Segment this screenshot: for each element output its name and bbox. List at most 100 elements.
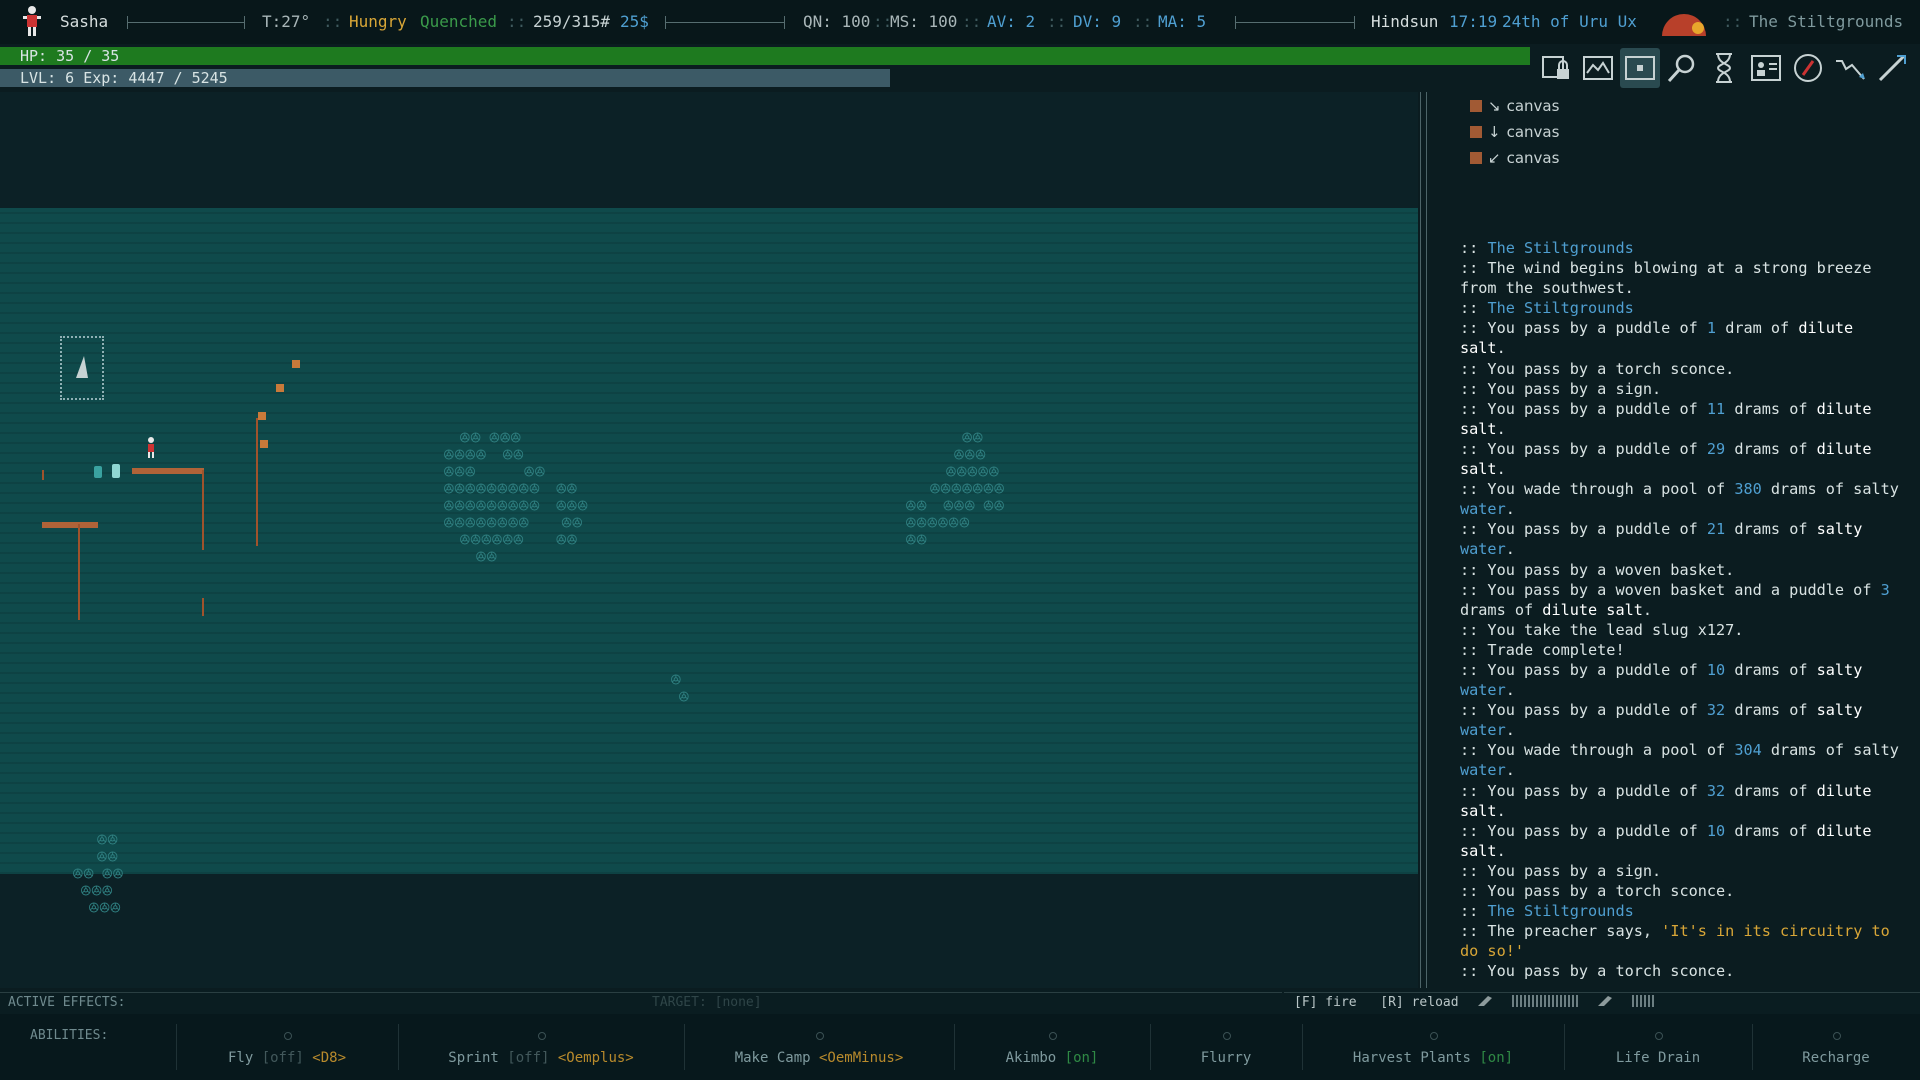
equipment-item[interactable]: ↙ canvas (1470, 149, 1559, 167)
equipment-label: canvas (1506, 123, 1560, 141)
status-bar: Sasha T:27° :: Hungry Quenched :: 259/31… (0, 0, 1920, 44)
ability-life-drain[interactable]: Life Drain (1564, 1014, 1752, 1080)
separator: :: (1723, 12, 1743, 31)
time-name: Hindsun (1371, 12, 1439, 31)
carry-weight: 259/315# (533, 12, 611, 31)
ability-sprint[interactable]: Sprint [off] <Oemplus> (398, 1014, 684, 1080)
ability-make-camp[interactable]: Make Camp <OemMinus> (684, 1014, 954, 1080)
villager-icon[interactable] (112, 464, 120, 478)
ability-fly[interactable]: Fly [off] <D8> (176, 1014, 398, 1080)
stilt-pole (202, 470, 204, 550)
divider (665, 16, 785, 29)
mental-armor: MA: 5 (1158, 12, 1207, 31)
effects-bar: ACTIVE EFFECTS: TARGET: [none] [F] fire … (0, 990, 1920, 1014)
villager-icon[interactable] (94, 466, 102, 478)
log-line: :: Trade complete! (1460, 640, 1625, 659)
xp-label: LVL: 6 Exp: 4447 / 5245 (20, 69, 228, 87)
armor-icon (1470, 152, 1482, 164)
ruin-tiles: ꔮ ꔮ (670, 671, 690, 706)
log-line: :: You wade through a pool of 380 drams … (1460, 480, 1909, 519)
separator: :: (962, 12, 982, 31)
shrine-icon[interactable] (60, 336, 104, 400)
log-line: :: You pass by a sign. (1460, 379, 1662, 398)
log-line: :: You pass by a puddle of 32 drams of d… (1460, 781, 1881, 820)
map-water-area[interactable]: ꔮꔮ ꔮꔮꔮ ꔮꔮꔮꔮ ꔮꔮ ꔮꔮꔮ ꔮꔮ ꔮꔮꔮꔮꔮꔮꔮꔮꔮ ꔮꔮ ꔮꔮꔮꔮꔮ… (0, 208, 1418, 917)
abilities-bar: ABILITIES: Fly [off] <D8> Sprint [off] <… (0, 1014, 1920, 1080)
autoexplore-icon[interactable] (1830, 48, 1870, 88)
game-map[interactable]: ꔮꔮ ꔮꔮꔮ ꔮꔮꔮꔮ ꔮꔮ ꔮꔮꔮ ꔮꔮ ꔮꔮꔮꔮꔮꔮꔮꔮꔮ ꔮꔮ ꔮꔮꔮꔮꔮ… (0, 92, 1418, 988)
stilt-pole (202, 598, 204, 616)
ability-akimbo[interactable]: Akimbo [on] (954, 1014, 1150, 1080)
log-line: :: You pass by a torch sconce. (1460, 359, 1735, 378)
torch-sconce-icon (276, 384, 284, 392)
side-panel-scrollbar[interactable] (1420, 92, 1428, 988)
log-line: :: You pass by a woven basket. (1460, 560, 1735, 579)
equipment-item[interactable]: ↘ canvas (1470, 97, 1559, 115)
date: 24th of Uru Ux (1502, 12, 1637, 31)
active-effects-panel: ACTIVE EFFECTS: (0, 992, 644, 1013)
equipment-item[interactable]: ↓ canvas (1470, 123, 1559, 141)
stilt-platform (42, 522, 98, 528)
time: 17:19 (1449, 12, 1498, 31)
quests-icon[interactable] (1788, 48, 1828, 88)
reload-button[interactable]: [R] reload (1380, 995, 1458, 1010)
hunger-status: Hungry (349, 12, 407, 31)
divider (127, 16, 245, 29)
armor-icon (1470, 126, 1482, 138)
stilt-platform (132, 468, 204, 474)
world-map-icon[interactable] (1578, 48, 1618, 88)
direction-arrow: ↓ (1488, 123, 1501, 141)
log-line: :: The Stiltgrounds (1460, 299, 1634, 318)
message-panel: ↘ canvas ↓ canvas ↙ canvas :: The Stiltgrou… (1430, 92, 1920, 988)
log-line: :: The Stiltgrounds (1460, 239, 1634, 257)
log-line: :: You pass by a puddle of 10 drams of d… (1460, 821, 1881, 860)
pistol-icon (1476, 994, 1494, 1008)
hp-label: HP: 35 / 35 (20, 47, 120, 65)
zone-name: The Stiltgrounds (1749, 12, 1904, 31)
pistol-icon (1596, 994, 1614, 1008)
log-line: :: You pass by a puddle of 32 drams of s… (1460, 701, 1863, 740)
torch-sconce-icon (260, 440, 268, 448)
wait-icon[interactable] (1704, 48, 1744, 88)
dodge-value: DV: 9 (1073, 12, 1122, 31)
log-line: :: You pass by a sign. (1460, 861, 1662, 880)
xp-bar: LVL: 6 Exp: 4447 / 5245 (0, 69, 890, 87)
direction-arrow: ↙ (1488, 149, 1501, 167)
separator: :: (507, 12, 527, 31)
log-line: :: You pass by a puddle of 21 drams of s… (1460, 520, 1863, 559)
scanlines (0, 208, 1418, 874)
ability-flurry[interactable]: Flurry (1150, 1014, 1302, 1080)
torch-sconce-icon (292, 360, 300, 368)
player-icon[interactable] (144, 436, 158, 458)
message-log: :: The Stiltgrounds:: The wind begins bl… (1460, 238, 1900, 981)
money: 25$ (620, 12, 649, 31)
local-map-icon[interactable] (1620, 48, 1660, 88)
equipment-label: canvas (1506, 97, 1560, 115)
ammo-gauge (1512, 995, 1579, 1007)
fire-button[interactable]: [F] fire (1294, 995, 1357, 1010)
equipment-label: canvas (1506, 149, 1560, 167)
move-speed: MS: 100 (890, 12, 958, 31)
separator: :: (323, 12, 343, 31)
armor-icon (1470, 100, 1482, 112)
look-icon[interactable] (1662, 48, 1702, 88)
log-line: :: You pass by a puddle of 1 dram of dil… (1460, 319, 1863, 358)
player-portrait-icon[interactable] (20, 4, 44, 38)
quickness: QN: 100 (803, 12, 871, 31)
ability-recharge[interactable]: Recharge (1752, 1014, 1920, 1080)
ability-harvest-plants[interactable]: Harvest Plants [on] (1302, 1014, 1564, 1080)
log-line: :: You pass by a torch sconce. (1460, 882, 1735, 900)
thirst-status: Quenched (420, 12, 498, 31)
toolbar (1536, 48, 1920, 88)
character-icon[interactable] (1746, 48, 1786, 88)
target-panel: TARGET: [none] (644, 992, 1282, 1013)
log-line: :: You take the lead slug x127. (1460, 620, 1744, 639)
log-line: :: You pass by a woven basket and a pudd… (1460, 580, 1899, 619)
attack-icon[interactable] (1872, 48, 1912, 88)
sun-icon (1660, 10, 1708, 36)
inventory-lock-icon[interactable] (1536, 48, 1576, 88)
gate-marker (42, 470, 44, 480)
log-line: :: You pass by a puddle of 29 drams of d… (1460, 439, 1881, 479)
log-line: :: You pass by a torch sconce. (1460, 962, 1735, 981)
player-name: Sasha (60, 12, 109, 31)
